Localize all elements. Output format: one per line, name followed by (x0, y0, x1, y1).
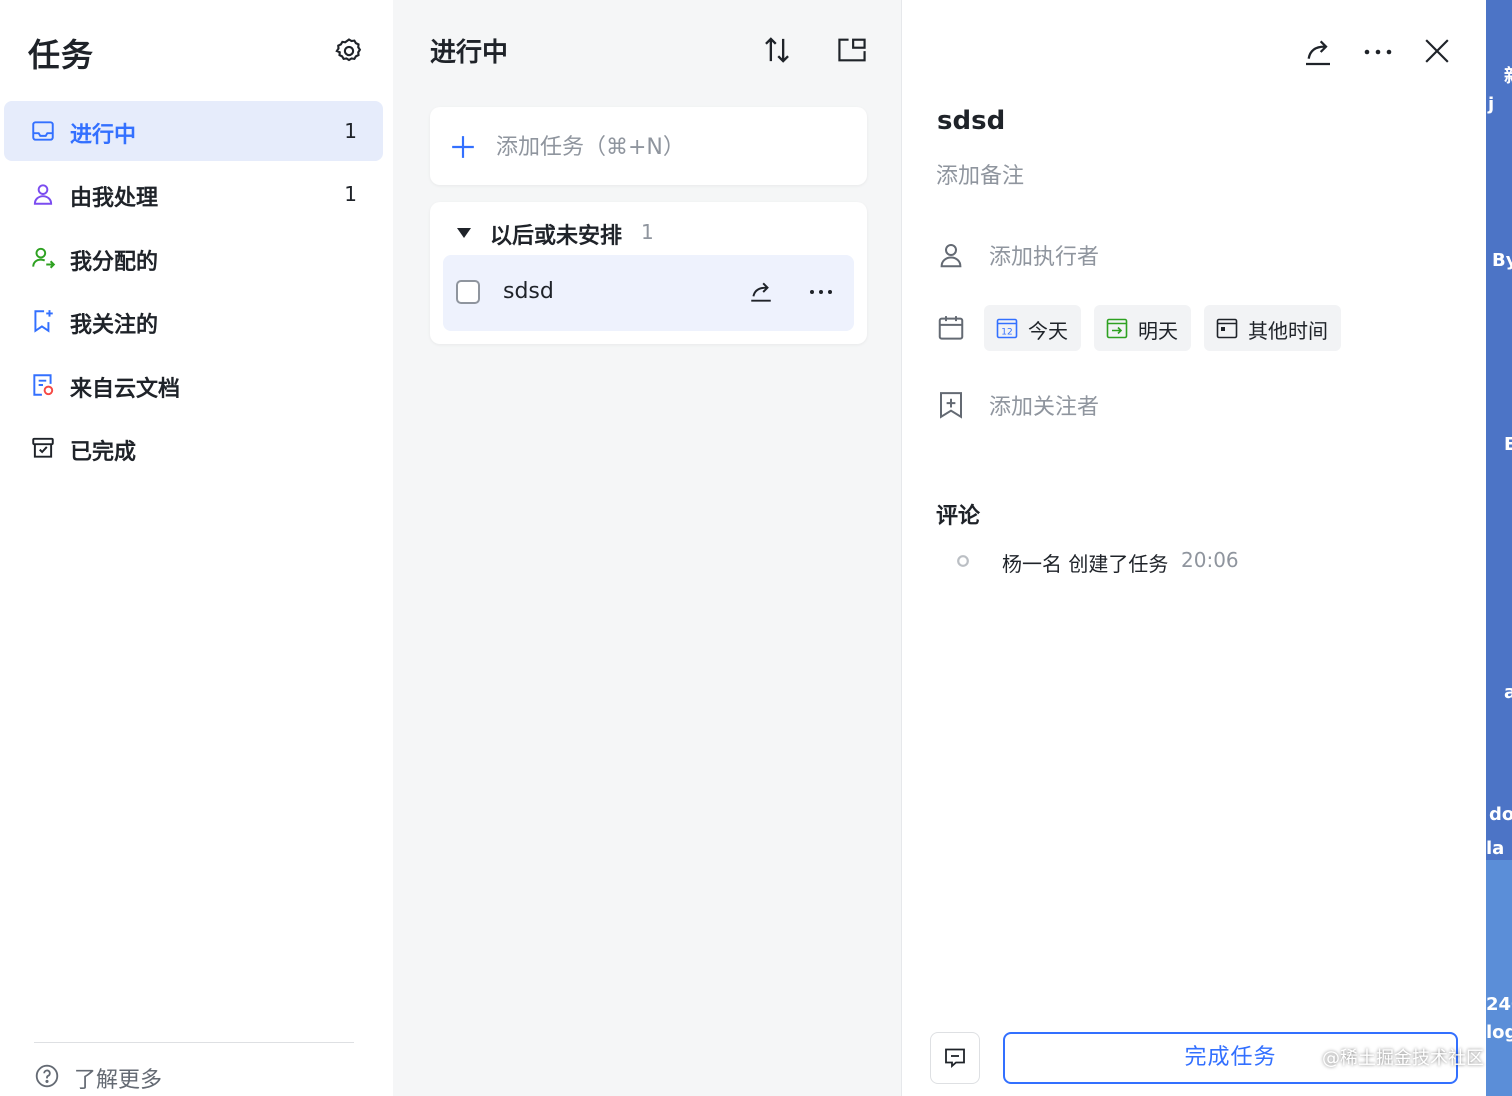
other-time-label: 其他时间 (1248, 319, 1328, 343)
close-icon[interactable] (1424, 38, 1450, 64)
activity-text: 杨一名 创建了任务 (1002, 552, 1169, 576)
caret-down-icon (456, 227, 472, 239)
desktop-background-strip: 新 j By E a do la 240 log (1486, 0, 1512, 1096)
sidebar-item-count: 1 (344, 182, 357, 207)
task-list-panel: 进行中 以后或未安排 1 sdsd (393, 0, 902, 1096)
desktop-edge-text: By (1492, 250, 1512, 271)
sidebar-item-assigned-to-me[interactable]: 由我处理 1 (4, 164, 383, 224)
sidebar-item-assigned-by-me[interactable]: 我分配的 (4, 228, 383, 288)
learn-more-label: 了解更多 (74, 1068, 163, 1093)
more-icon[interactable] (807, 281, 835, 303)
task-title[interactable]: sdsd (937, 106, 1005, 136)
settings-gear-icon[interactable] (334, 36, 364, 66)
calendar-icon (936, 313, 966, 343)
task-detail-panel: sdsd 添加备注 添加执行者 12 今天 明天 其他时间 添加关注者 评论 杨… (902, 0, 1486, 1096)
task-group-header[interactable]: 以后或未安排 1 (456, 218, 856, 250)
task-row[interactable]: sdsd (443, 255, 854, 331)
sidebar-item-in-progress[interactable]: 进行中 1 (4, 101, 383, 161)
sidebar-item-from-docs[interactable]: 来自云文档 (4, 355, 383, 415)
timeline-dot-icon (956, 554, 970, 568)
desktop-edge-text: la (1486, 838, 1505, 859)
add-note-field[interactable]: 添加备注 (936, 158, 1024, 190)
sidebar-item-completed[interactable]: 已完成 (4, 418, 383, 478)
list-title: 进行中 (430, 38, 509, 68)
add-assignee-button[interactable]: 添加执行者 (989, 239, 1099, 271)
user-icon (30, 181, 56, 207)
sidebar-item-count: 1 (344, 119, 357, 143)
sidebar-item-label: 进行中 (70, 123, 137, 148)
sidebar: 任务 进行中 1 由我处理 1 我分配的 我关注的 来自云文档 已完成 了解更多 (0, 0, 393, 1096)
add-task-box[interactable] (430, 107, 867, 185)
sidebar-item-following[interactable]: 我关注的 (4, 291, 383, 351)
desktop-wallpaper-shape (1486, 860, 1512, 1096)
calendar-other-icon (1216, 317, 1238, 339)
inbox-icon (30, 118, 56, 144)
sidebar-item-label: 来自云文档 (70, 376, 181, 402)
share-icon[interactable] (748, 279, 774, 305)
doc-icon (30, 372, 56, 398)
assign-user-icon (30, 245, 56, 271)
task-group-count: 1 (641, 220, 654, 244)
app-title: 任务 (28, 36, 95, 74)
share-icon[interactable] (1302, 36, 1334, 68)
desktop-edge-text: do (1489, 804, 1512, 825)
sidebar-nav: 进行中 1 由我处理 1 我分配的 我关注的 来自云文档 已完成 (4, 101, 383, 481)
add-follower-icon (936, 390, 966, 420)
calendar-tomorrow-icon (1106, 317, 1128, 339)
sidebar-divider (34, 1042, 354, 1043)
tomorrow-chip[interactable]: 明天 (1094, 305, 1191, 351)
comments-title: 评论 (936, 504, 981, 529)
assignee-row: 添加执行者 (936, 232, 1456, 276)
desktop-edge-text: 240 (1486, 994, 1512, 1015)
task-checkbox[interactable] (456, 280, 480, 304)
plus-icon (450, 134, 476, 160)
add-task-input[interactable] (494, 127, 858, 167)
desktop-edge-text: a (1504, 682, 1512, 703)
svg-text:12: 12 (1001, 328, 1012, 338)
sidebar-item-label: 我分配的 (70, 249, 159, 275)
sidebar-item-label: 由我处理 (70, 186, 159, 212)
sort-icon[interactable] (762, 34, 792, 66)
help-icon (34, 1063, 60, 1089)
task-group-title: 以后或未安排 (490, 224, 623, 249)
desktop-edge-text: j (1488, 94, 1495, 115)
more-icon[interactable] (1362, 40, 1394, 64)
open-in-window-icon[interactable] (836, 36, 868, 64)
user-icon (936, 240, 966, 270)
task-group-card: 以后或未安排 1 sdsd (430, 202, 867, 344)
calendar-today-icon: 12 (996, 317, 1018, 339)
comment-icon (945, 1048, 965, 1068)
bookmark-icon (30, 308, 56, 334)
today-label: 今天 (1028, 319, 1068, 343)
follower-row: 添加关注者 (936, 382, 1456, 426)
sidebar-item-label: 已完成 (70, 439, 137, 465)
other-time-chip[interactable]: 其他时间 (1204, 305, 1341, 351)
due-date-row: 12 今天 明天 其他时间 (936, 305, 1456, 351)
add-follower-button[interactable]: 添加关注者 (989, 389, 1099, 421)
desktop-edge-text: E (1504, 434, 1512, 455)
activity-item: 杨一名 创建了任务 20:06 (956, 546, 1436, 576)
sidebar-item-label: 我关注的 (70, 313, 159, 339)
desktop-edge-text: 新 (1504, 62, 1512, 88)
task-name: sdsd (503, 279, 554, 304)
activity-time: 20:06 (1181, 548, 1239, 572)
today-chip[interactable]: 12 今天 (984, 305, 1081, 351)
site-watermark: @稀土掘金技术社区 (1322, 1048, 1484, 1069)
archive-icon (30, 435, 56, 461)
tomorrow-label: 明天 (1138, 319, 1178, 343)
desktop-edge-text: log (1486, 1022, 1512, 1043)
comment-button[interactable] (930, 1032, 980, 1084)
